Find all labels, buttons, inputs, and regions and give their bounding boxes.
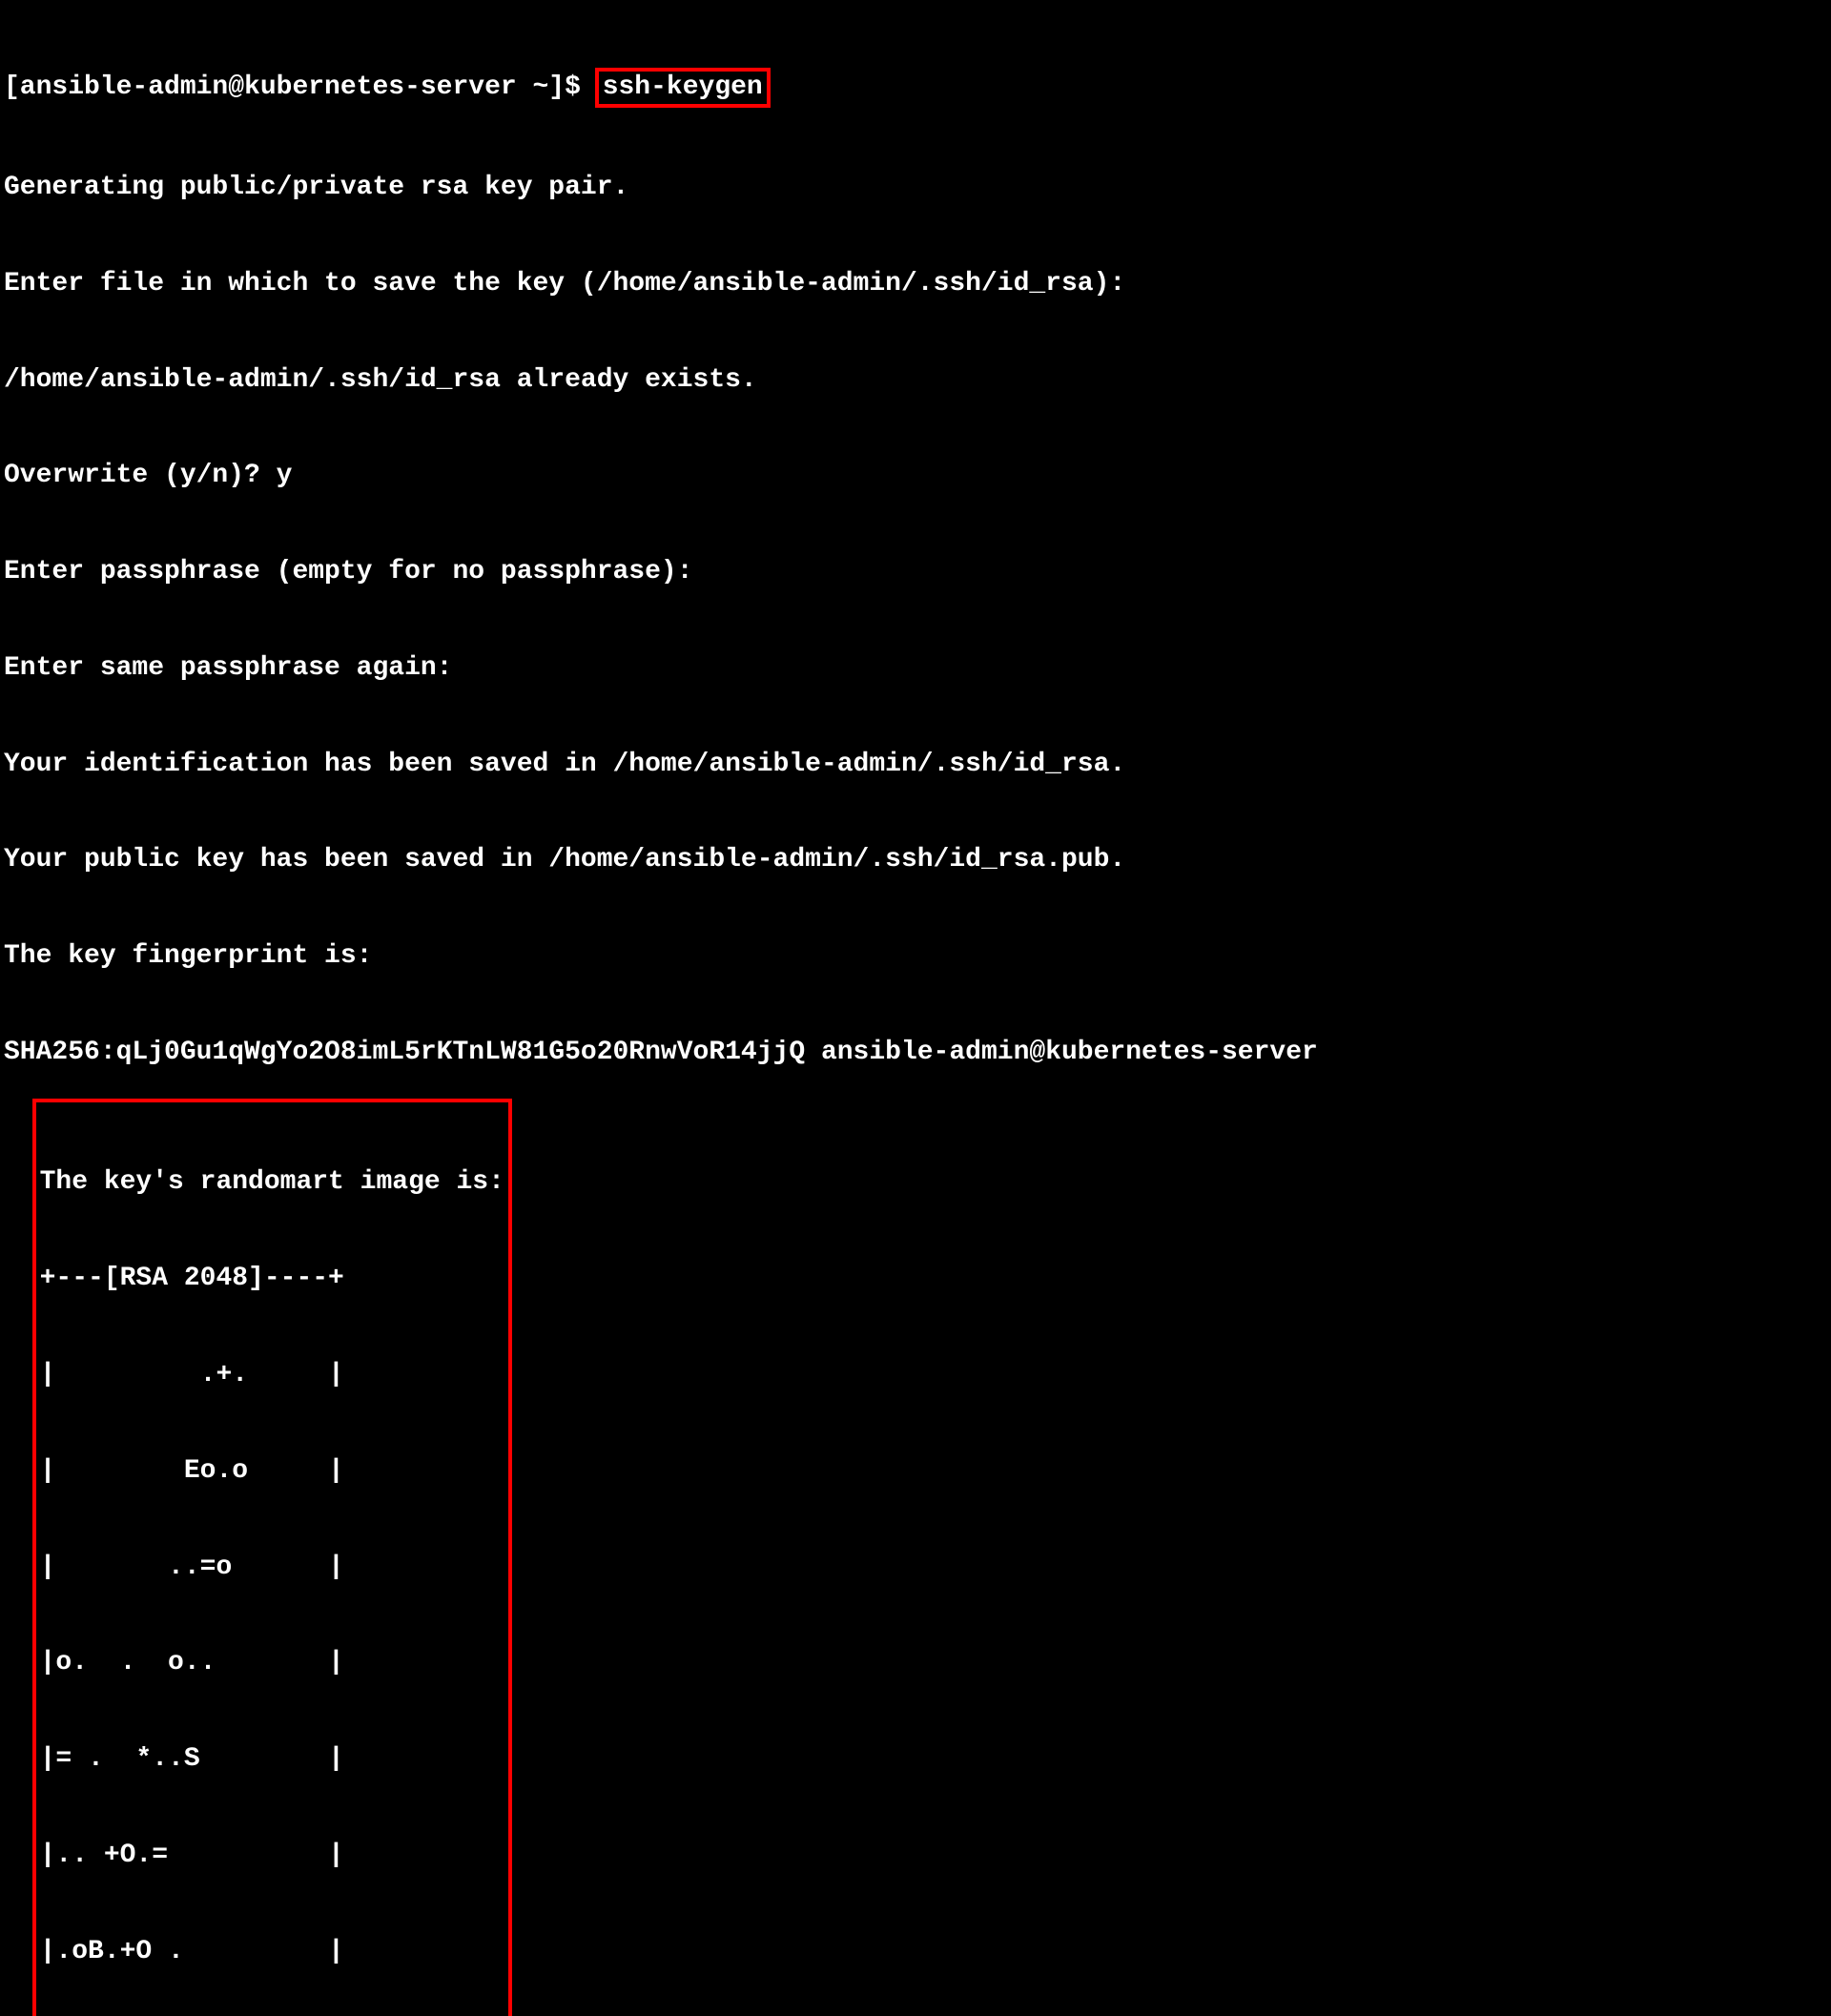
randomart-line: |.oB.+O . | [40,1936,504,1968]
output-line: SHA256:qLj0Gu1qWgYo2O8imL5rKTnLW81G5o20R… [4,1037,1827,1069]
output-line: Enter passphrase (empty for no passphras… [4,556,1827,588]
output-line: The key fingerprint is: [4,940,1827,973]
output-line: Generating public/private rsa key pair. [4,172,1827,204]
randomart-line: The key's randomart image is: [40,1166,504,1199]
output-line: Enter file in which to save the key (/ho… [4,268,1827,300]
randomart-line: | Eo.o | [40,1455,504,1488]
randomart-line: |.. +O.= | [40,1840,504,1872]
command-highlight: ssh-keygen [595,68,771,108]
output-line: /home/ansible-admin/.ssh/id_rsa already … [4,364,1827,397]
randomart-line: |o. . o.. | [40,1647,504,1679]
terminal-output[interactable]: [ansible-admin@kubernetes-server ~]$ ssh… [4,4,1827,2016]
output-line: Your identification has been saved in /h… [4,749,1827,781]
output-line: Your public key has been saved in /home/… [4,844,1827,876]
output-line: Overwrite (y/n)? y [4,460,1827,492]
randomart-line: | .+. | [40,1359,504,1391]
command-text: ssh-keygen [603,72,763,102]
shell-prompt: [ansible-admin@kubernetes-server ~]$ [4,72,597,104]
command-line: [ansible-admin@kubernetes-server ~]$ ssh… [4,68,1827,108]
output-line: Enter same passphrase again: [4,652,1827,685]
randomart-line: +---[RSA 2048]----+ [40,1263,504,1295]
randomart-line: |= . *..S | [40,1743,504,1776]
randomart-line: | ..=o | [40,1552,504,1584]
randomart-highlight: The key's randomart image is: +---[RSA 2… [32,1099,512,2016]
